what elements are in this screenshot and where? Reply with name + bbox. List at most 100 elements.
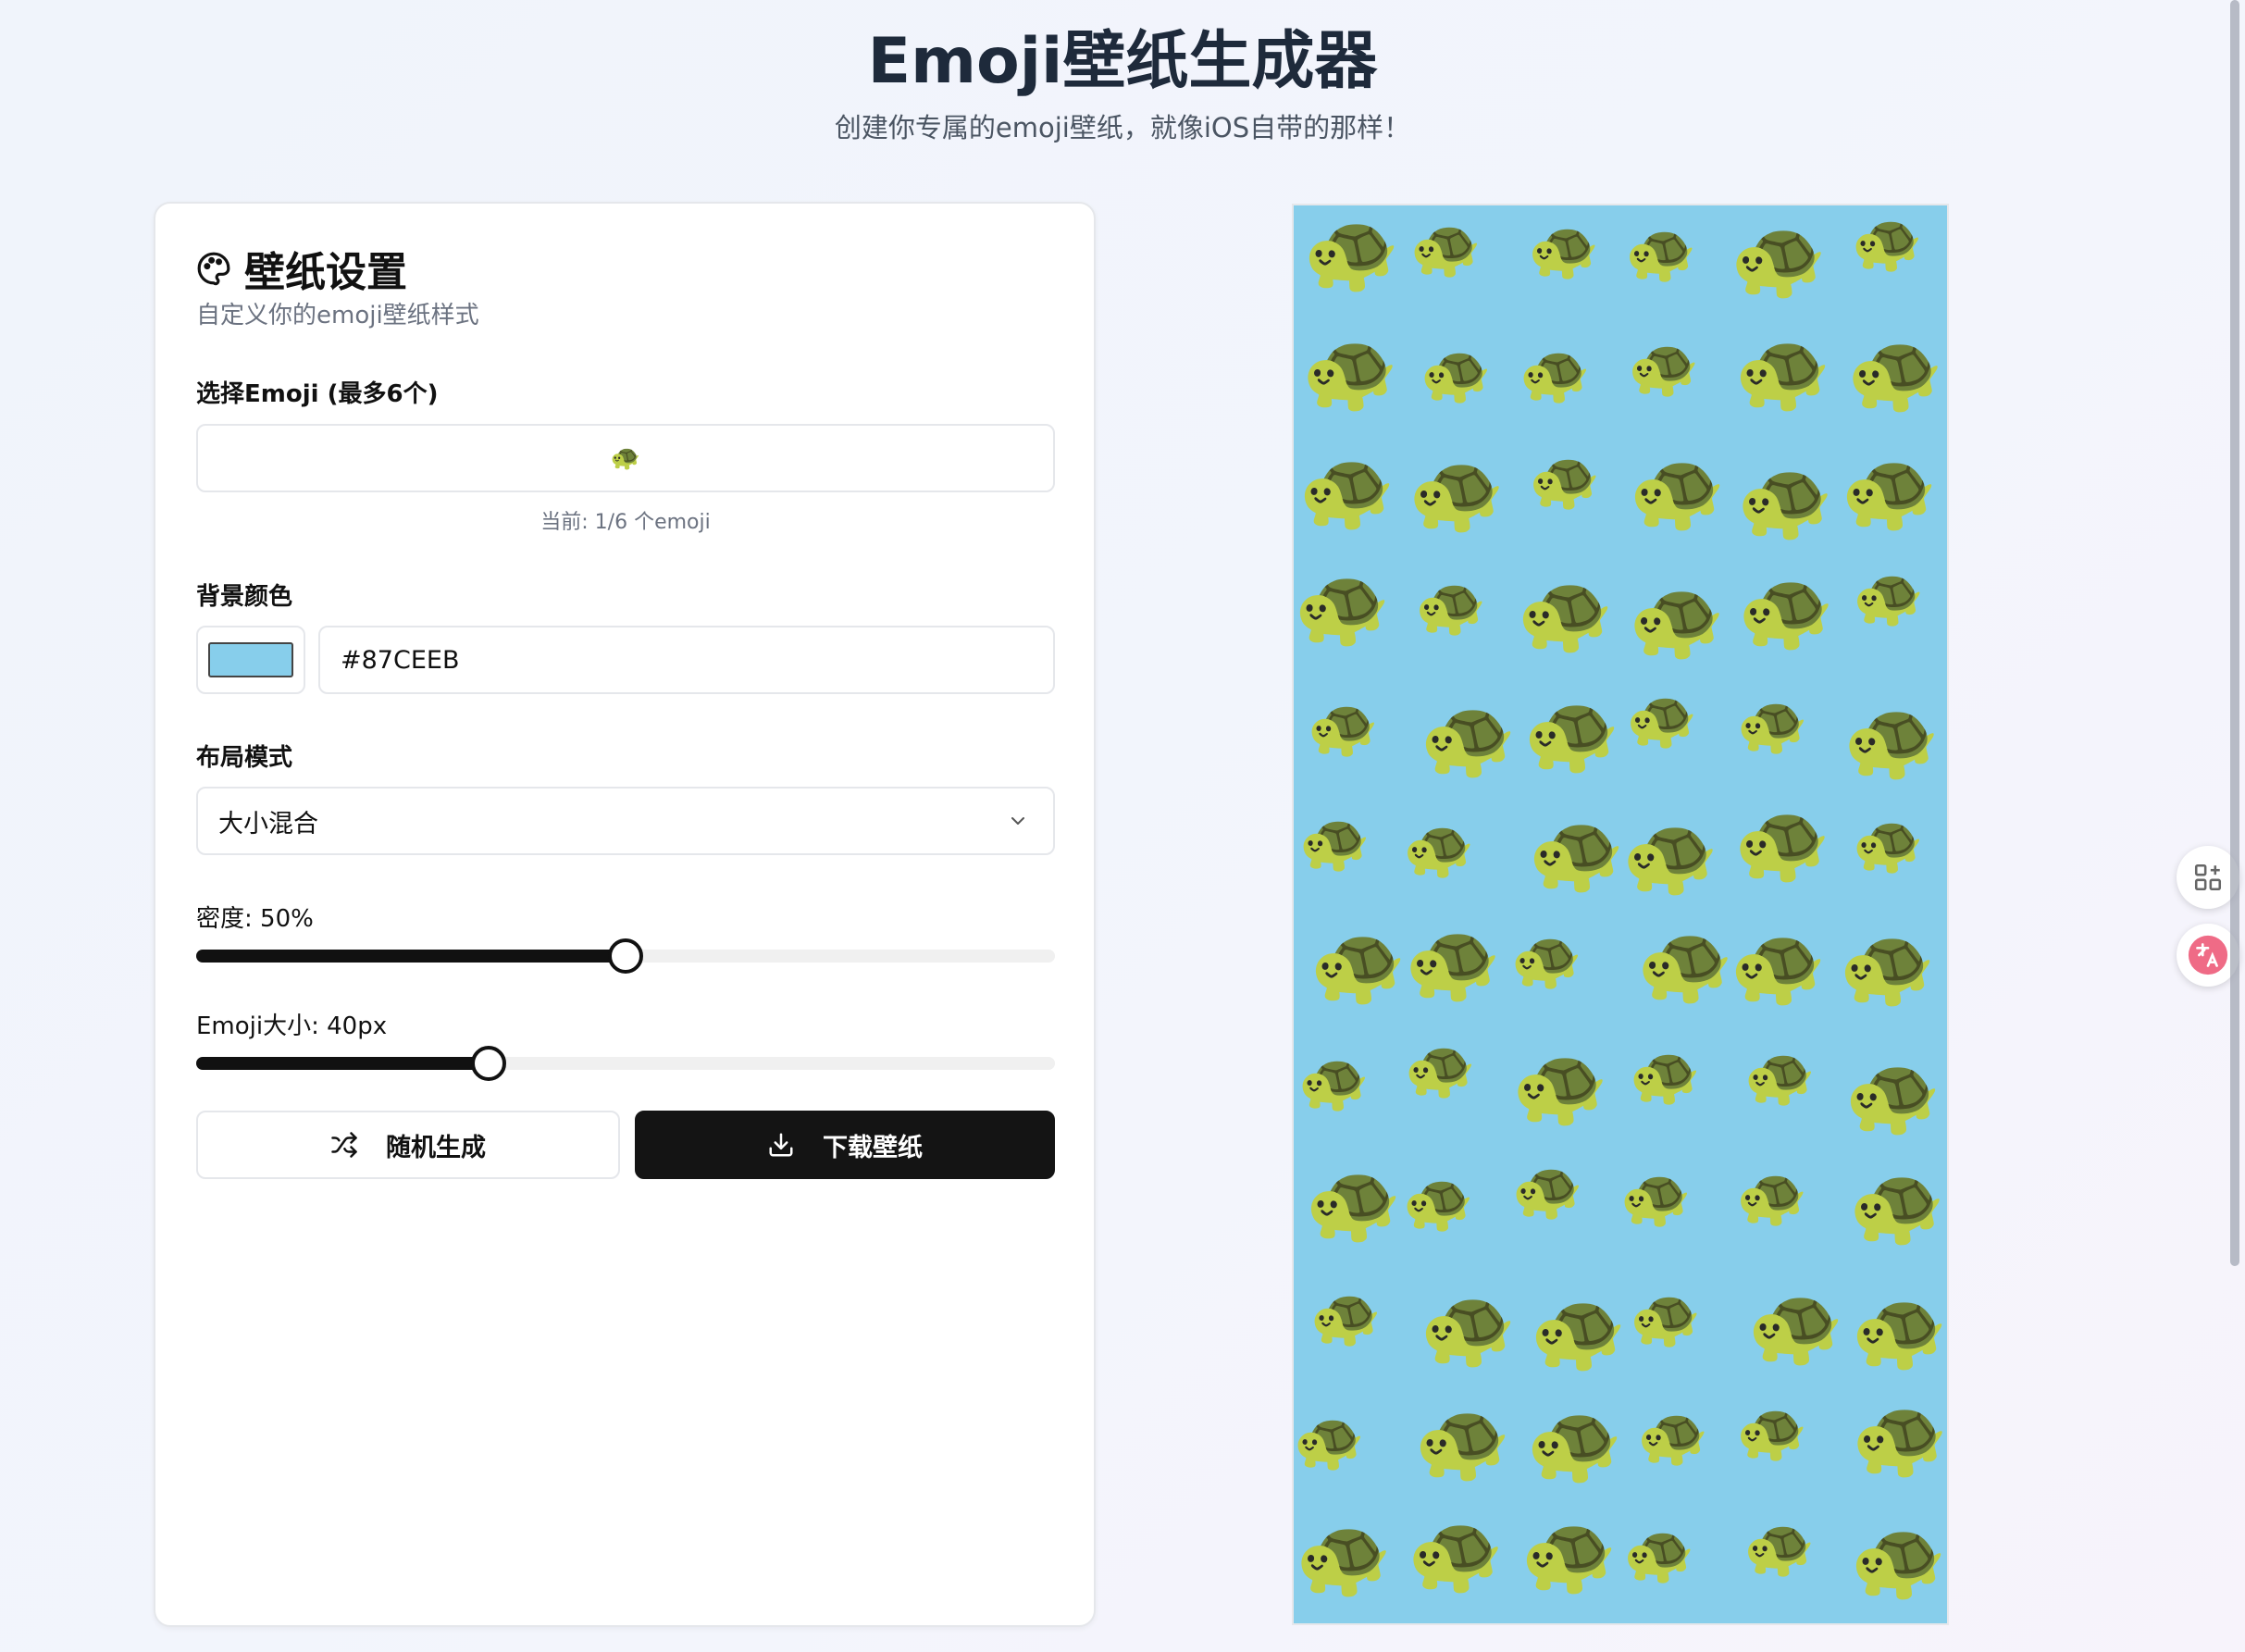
wallpaper-emoji: 🐢 xyxy=(1420,340,1492,408)
wallpaper-emoji: 🐢 xyxy=(1621,810,1719,901)
wallpaper-emoji: 🐢 xyxy=(1736,453,1834,545)
wallpaper-emoji: 🐢 xyxy=(1526,1397,1623,1489)
wallpaper-emoji: 🐢 xyxy=(1517,566,1614,658)
wallpaper-emoji: 🐢 xyxy=(1528,806,1625,898)
wallpaper-emoji: 🐢 xyxy=(1852,809,1924,877)
shuffle-icon xyxy=(331,1132,357,1158)
wallpaper-emoji: 🐢 xyxy=(1298,443,1395,535)
settings-title: 壁纸设置 xyxy=(244,249,407,296)
size-slider-fill xyxy=(196,1057,489,1070)
wallpaper-emoji: 🐢 xyxy=(1839,921,1936,1012)
wallpaper-emoji: 🐢 xyxy=(1730,920,1827,1012)
wallpaper-emoji: 🐢 xyxy=(1733,797,1831,888)
wallpaper-emoji: 🐢 xyxy=(1523,687,1620,778)
wallpaper-emoji: 🐢 xyxy=(1628,332,1700,401)
wallpaper-emoji: 🐢 xyxy=(1298,807,1371,876)
random-generate-button[interactable]: 随机生成 xyxy=(196,1111,620,1179)
wallpaper-emoji: 🐢 xyxy=(1408,447,1506,539)
wallpaper-emoji: 🐢 xyxy=(1623,1519,1695,1587)
wallpaper-emoji: 🐢 xyxy=(1846,327,1944,418)
wallpaper-emoji: 🐢 xyxy=(1519,340,1591,408)
wallpaper-emoji: 🐢 xyxy=(1636,917,1734,1009)
wallpaper-preview: 🐢 🐢 🐢 🐢 🐢 🐢 🐢 🐢 🐢 🐢 🐢 🐢 🐢 🐢 🐢 🐢 🐢 🐢 🐢 🐢 🐢 🐢 🐢 🐢 🐢 🐢 🐢 🐢 🐢 🐢 🐢 🐢 🐢 🐢 🐢 🐢 🐢 🐢 🐢 🐢… xyxy=(1292,204,1949,1625)
hex-color-input[interactable]: #87CEEB xyxy=(318,626,1055,694)
size-slider[interactable] xyxy=(196,1046,1055,1081)
wallpaper-emoji: 🐢 xyxy=(1407,1508,1505,1599)
wallpaper-emoji: 🐢 xyxy=(1629,445,1726,537)
page-scrollbar[interactable] xyxy=(2230,0,2239,1266)
wallpaper-emoji: 🐢 xyxy=(1309,1282,1382,1350)
wallpaper-emoji: 🐢 xyxy=(1850,1284,1948,1375)
density-slider-thumb[interactable] xyxy=(608,938,643,974)
wallpaper-emoji: 🐢 xyxy=(1402,814,1475,882)
wallpaper-emoji: 🐢 xyxy=(1530,1285,1627,1376)
palette-icon xyxy=(197,252,230,286)
wallpaper-emoji: 🐢 xyxy=(1402,1167,1474,1236)
settings-description: 自定义你的emoji壁纸样式 xyxy=(196,302,479,329)
wallpaper-emoji: 🐢 xyxy=(1625,218,1697,287)
density-label: 密度: 50% xyxy=(196,905,314,933)
random-generate-label: 随机生成 xyxy=(386,1133,486,1162)
wallpaper-emoji: 🐢 xyxy=(1414,571,1487,640)
wallpaper-emoji: 🐢 xyxy=(1737,564,1835,655)
color-swatch xyxy=(208,642,293,677)
wallpaper-emoji: 🐢 xyxy=(1736,1397,1808,1466)
wallpaper-emoji: 🐢 xyxy=(1853,563,1925,631)
download-wallpaper-label: 下载壁纸 xyxy=(823,1133,923,1162)
wallpaper-emoji: 🐢 xyxy=(1842,694,1941,786)
wallpaper-emoji: 🐢 xyxy=(1743,1042,1816,1111)
wallpaper-emoji: 🐢 xyxy=(1840,445,1938,537)
color-picker[interactable] xyxy=(196,626,305,694)
wallpaper-emoji: 🐢 xyxy=(1295,1510,1393,1602)
wallpaper-emoji: 🐢 xyxy=(1309,919,1407,1011)
emoji-label: 选择Emoji (最多6个) xyxy=(196,380,439,408)
download-icon xyxy=(769,1133,793,1157)
wallpaper-emoji: 🐢 xyxy=(1293,560,1391,652)
wallpaper-emoji: 🐢 xyxy=(1626,685,1698,753)
wallpaper-emoji: 🐢 xyxy=(1844,1049,1942,1140)
page-title: Emoji壁纸生成器 xyxy=(867,25,1378,98)
wallpaper-emoji: 🐢 xyxy=(1628,574,1726,665)
layout-select[interactable]: 大小混合 xyxy=(196,787,1055,855)
layout-label: 布局模式 xyxy=(196,744,293,772)
wallpaper-emoji: 🐢 xyxy=(1730,212,1828,304)
density-slider-fill xyxy=(196,950,626,963)
wallpaper-emoji: 🐢 xyxy=(1851,1391,1949,1483)
wallpaper-emoji: 🐢 xyxy=(1420,692,1517,784)
wallpaper-emoji: 🐢 xyxy=(1734,326,1831,417)
wallpaper-emoji: 🐢 xyxy=(1520,1508,1618,1599)
bg-color-label: 背景颜色 xyxy=(196,583,293,611)
wallpaper-emoji: 🐢 xyxy=(1637,1401,1709,1470)
density-slider[interactable] xyxy=(196,938,1055,974)
wallpaper-emoji: 🐢 xyxy=(1848,1159,1946,1250)
wallpaper-emoji: 🐢 xyxy=(1305,1156,1402,1248)
emoji-input[interactable]: 🐢 xyxy=(196,424,1055,492)
settings-header: 壁纸设置 xyxy=(196,241,407,296)
wallpaper-emoji: 🐢 xyxy=(1529,446,1601,515)
wallpaper-emoji: 🐢 xyxy=(1747,1279,1844,1371)
wallpaper-emoji: 🐢 xyxy=(1629,1283,1702,1351)
settings-panel: 壁纸设置 自定义你的emoji壁纸样式 选择Emoji (最多6个) 🐢 当前:… xyxy=(154,202,1096,1627)
wallpaper-emoji: 🐢 xyxy=(1736,690,1808,759)
wallpaper-emoji: 🐢 xyxy=(1511,1156,1583,1224)
size-slider-thumb[interactable] xyxy=(470,1046,506,1081)
hex-color-value: #87CEEB xyxy=(341,645,460,675)
wallpaper-emoji: 🐢 xyxy=(1736,1161,1808,1230)
wallpaper-emoji: 🐢 xyxy=(1404,1035,1476,1103)
wallpaper-emoji: 🐢 xyxy=(1851,207,1923,276)
wallpaper-emoji: 🐢 xyxy=(1297,1048,1370,1116)
wallpaper-emoji: 🐢 xyxy=(1419,1282,1517,1373)
wallpaper-emoji: 🐢 xyxy=(1511,1040,1609,1132)
wallpaper-emoji: 🐢 xyxy=(1629,1041,1701,1110)
wallpaper-emoji: 🐢 xyxy=(1409,214,1482,282)
emoji-input-value: 🐢 xyxy=(610,444,641,472)
download-wallpaper-button[interactable]: 下载壁纸 xyxy=(635,1111,1055,1179)
wallpaper-emoji: 🐢 xyxy=(1307,693,1380,762)
wallpaper-emoji: 🐢 xyxy=(1301,326,1399,417)
wallpaper-emoji: 🐢 xyxy=(1404,915,1502,1007)
wallpaper-emoji: 🐢 xyxy=(1293,1406,1365,1474)
size-label: Emoji大小: 40px xyxy=(196,1012,388,1040)
wallpaper-emoji: 🐢 xyxy=(1743,1513,1816,1582)
page-subtitle: 创建你专属的emoji壁纸，就像iOS自带的那样！ xyxy=(834,112,1411,143)
chevron-down-icon xyxy=(1011,817,1024,825)
